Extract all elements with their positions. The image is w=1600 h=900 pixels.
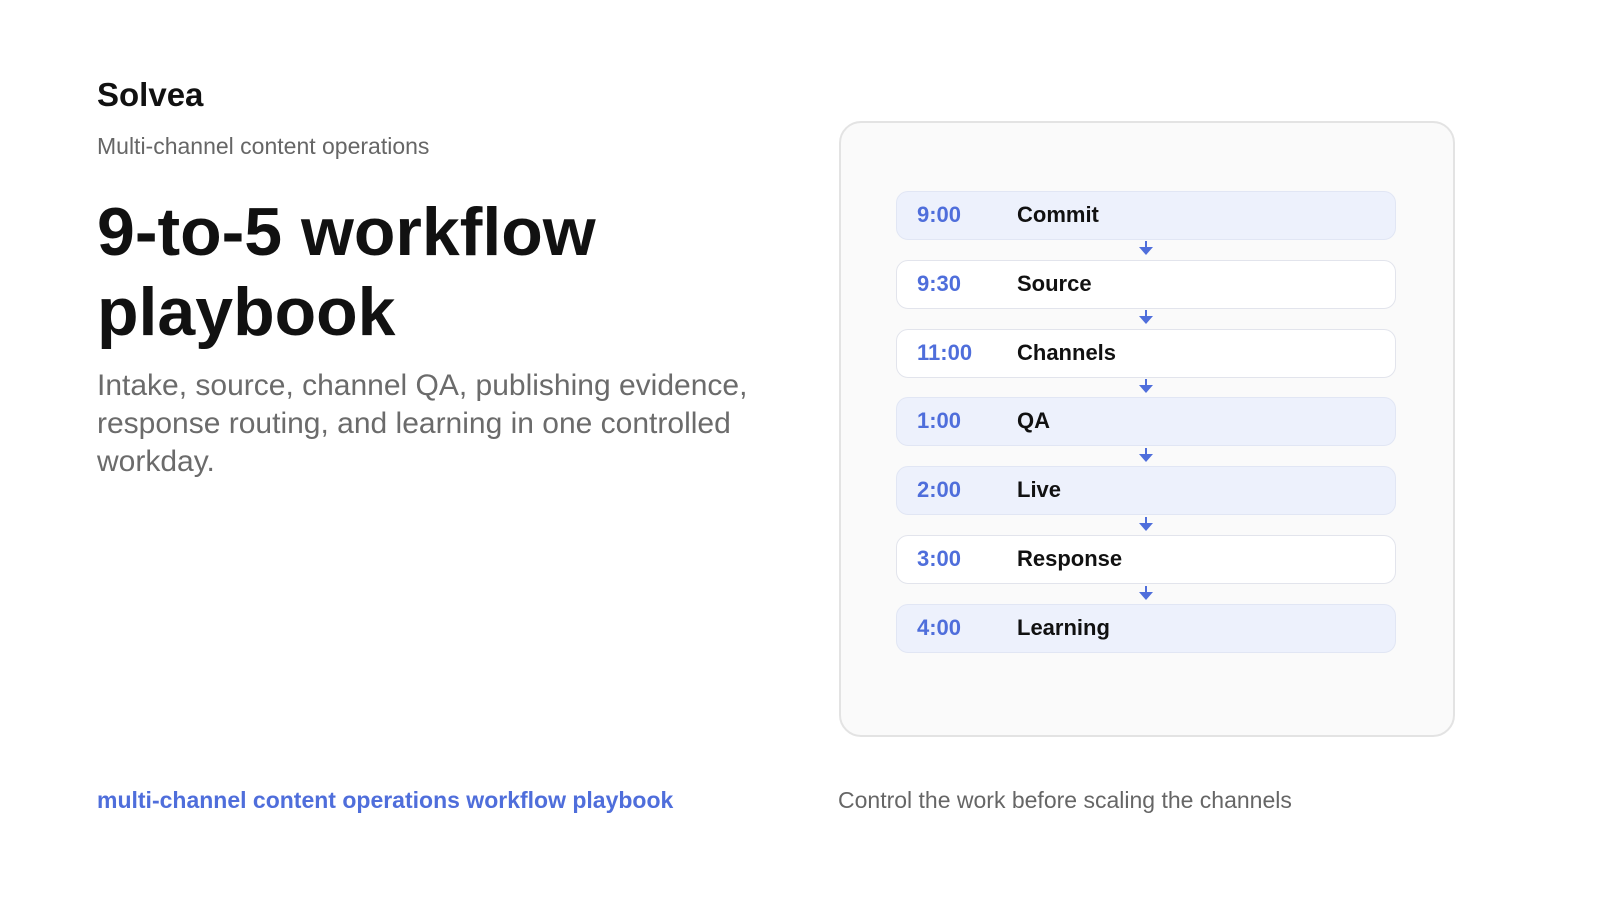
step-label: Live <box>1017 477 1062 502</box>
brand-name: Solvea <box>97 76 204 113</box>
page-title-line-1: 9-to-5 workflow <box>97 194 596 270</box>
workflow-step-learning: 4:00 Learning <box>896 604 1396 653</box>
workflow-step-live: 2:00 Live <box>896 466 1396 515</box>
step-time: 2:00 <box>917 477 962 502</box>
step-time: 1:00 <box>917 408 962 433</box>
footer-topic-link: multi-channel content operations workflo… <box>97 787 674 813</box>
step-label: QA <box>1017 408 1050 433</box>
step-label: Source <box>1017 271 1092 296</box>
step-time: 9:30 <box>917 271 962 296</box>
page-title-line-2: playbook <box>97 274 396 350</box>
step-label: Learning <box>1017 615 1110 640</box>
step-time: 9:00 <box>917 202 962 227</box>
step-time: 3:00 <box>917 546 962 571</box>
arrow-down-icon <box>1139 448 1153 462</box>
arrow-down-icon <box>1139 586 1153 600</box>
workflow-step-response: 3:00 Response <box>896 535 1396 584</box>
workflow-step-source: 9:30 Source <box>896 260 1396 309</box>
arrow-down-icon <box>1139 241 1153 255</box>
workflow-step-qa: 1:00 QA <box>896 397 1396 446</box>
step-label: Response <box>1017 546 1123 571</box>
arrow-down-icon <box>1139 310 1153 324</box>
workflow-step-commit: 9:00 Commit <box>896 191 1396 240</box>
step-label: Channels <box>1017 340 1117 365</box>
page-title: 9-to-5 workflow playbook <box>97 192 797 352</box>
workflow-step-channels: 11:00 Channels <box>896 329 1396 378</box>
arrow-down-icon <box>1139 379 1153 393</box>
step-label: Commit <box>1017 202 1099 227</box>
brand-tagline: Multi-channel content operations <box>97 133 430 159</box>
step-time: 4:00 <box>917 615 962 640</box>
step-time: 11:00 <box>917 340 973 365</box>
footer-note: Control the work before scaling the chan… <box>838 787 1292 813</box>
arrow-down-icon <box>1139 517 1153 531</box>
page-subtitle: Intake, source, channel QA, publishing e… <box>97 369 748 478</box>
